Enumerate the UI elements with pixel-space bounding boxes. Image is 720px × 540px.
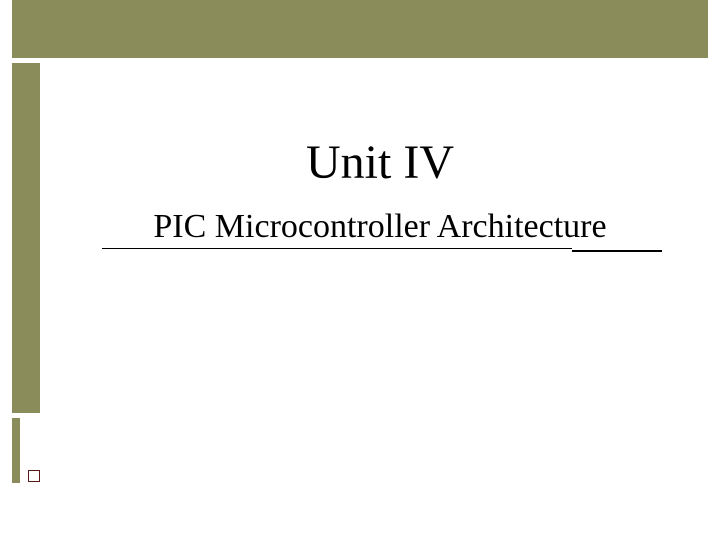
decorative-side-bar [12,63,40,413]
slide-container: Unit IV PIC Microcontroller Architecture [0,0,720,540]
slide-subtitle: PIC Microcontroller Architecture [100,208,660,246]
subtitle-underline [102,248,572,249]
slide-title: Unit IV [100,135,660,190]
decorative-square-icon [28,470,40,482]
decorative-side-bar-extension [12,418,20,483]
decorative-top-band [12,0,708,58]
subtitle-underline-tail [572,250,662,252]
